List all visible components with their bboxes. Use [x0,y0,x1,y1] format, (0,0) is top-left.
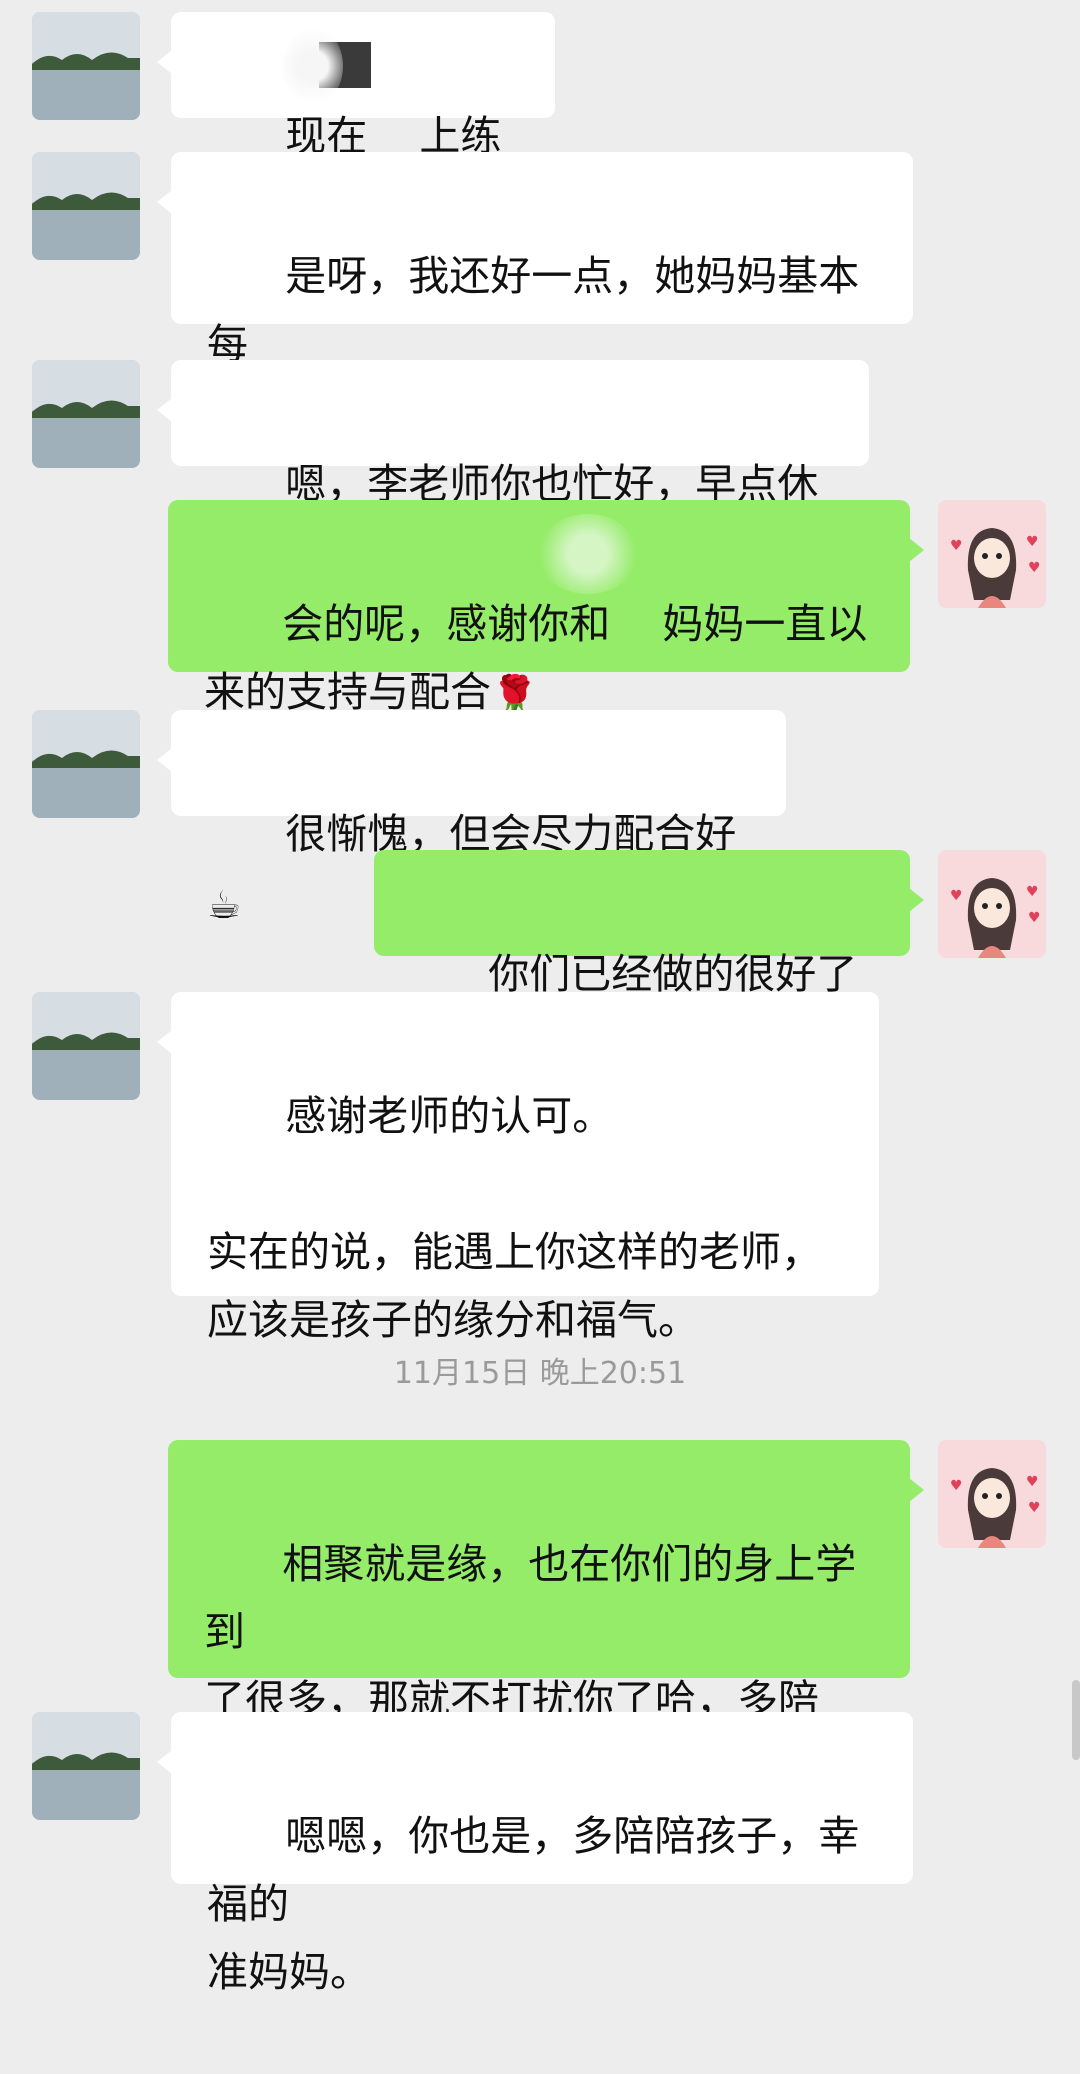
message-bubble[interactable]: 是呀，我还好一点，她妈妈基本每 天要课后延时服务 [157,152,913,436]
message-bubble[interactable]: 感谢老师的认可。 实在的说，能遇上你这样的老师， 应该是孩子的缘分和福气。 [157,992,879,1344]
contact-avatar[interactable] [32,710,140,818]
lake-landscape-avatar-icon [32,12,140,120]
contact-avatar[interactable] [32,992,140,1100]
message-bubble[interactable]: 现在 上练字 [157,12,555,228]
svg-text:♥: ♥ [1026,1474,1039,1490]
message-bubble[interactable]: 很惭愧，但会尽力配合好☕ [157,710,786,927]
lake-landscape-avatar-icon [32,360,140,468]
message-bubble[interactable]: 嗯，李老师你也忙好，早点休息。 [157,360,869,576]
svg-text:♥: ♥ [950,1478,963,1494]
svg-text:♥: ♥ [1028,1500,1041,1516]
self-avatar[interactable]: ♥ ♥ ♥ [938,500,1046,608]
coffee-icon: ☕ [207,883,242,927]
message-bubble[interactable]: 嗯嗯，你也是，多陪陪孩子，幸福的 准妈妈。 [157,1712,913,1996]
lake-landscape-avatar-icon [32,710,140,818]
self-avatar[interactable]: ♥ ♥ ♥ [938,850,1046,958]
cartoon-girl-avatar-icon: ♥ ♥ ♥ [938,500,1046,608]
lake-landscape-avatar-icon [32,152,140,260]
cartoon-girl-avatar-icon: ♥ ♥ ♥ [938,850,1046,958]
svg-text:♥: ♥ [950,538,963,554]
message-text: 你们已经做的很好了 [488,950,858,998]
blur-spot [538,514,638,594]
scrollbar[interactable] [1072,1680,1080,1760]
contact-avatar[interactable] [32,12,140,120]
svg-text:♥: ♥ [950,888,963,904]
cartoon-girl-avatar-icon: ♥ ♥ ♥ [938,1440,1046,1548]
lake-landscape-avatar-icon [32,992,140,1100]
svg-text:♥: ♥ [1028,910,1041,926]
lake-landscape-avatar-icon [32,1712,140,1820]
message-timestamp: 11月15日 晚上20:51 [393,1356,687,1391]
chat-view: 现在 上练字 是呀，我还好一点，她妈妈基本每 天要课后延时服务 [0,0,1080,1996]
svg-text:♥: ♥ [1026,534,1039,550]
message-text: 感谢老师的认可。 实在的说，能遇上你这样的老师， 应该是孩子的缘分和福气。 [207,1092,822,1344]
svg-text:♥: ♥ [1028,560,1041,576]
self-avatar[interactable]: ♥ ♥ ♥ [938,1440,1046,1548]
message-bubble[interactable]: 你们已经做的很好了👌 [374,850,924,1067]
contact-avatar[interactable] [32,360,140,468]
message-bubble[interactable]: 相聚就是缘，也在你们的身上学到 了很多，那就不打扰你了哈，多陪 陪孩子🤗🤗 [168,1440,924,1793]
message-bubble[interactable]: 会的呢，感谢你和 妈妈一直以 来的支持与配合🌹 [168,500,924,717]
message-text: 嗯嗯，你也是，多陪陪孩子，幸福的 准妈妈。 [207,1812,860,1996]
contact-avatar[interactable] [32,1712,140,1820]
blur-spot [283,26,343,106]
contact-avatar[interactable] [32,152,140,260]
svg-text:♥: ♥ [1026,884,1039,900]
